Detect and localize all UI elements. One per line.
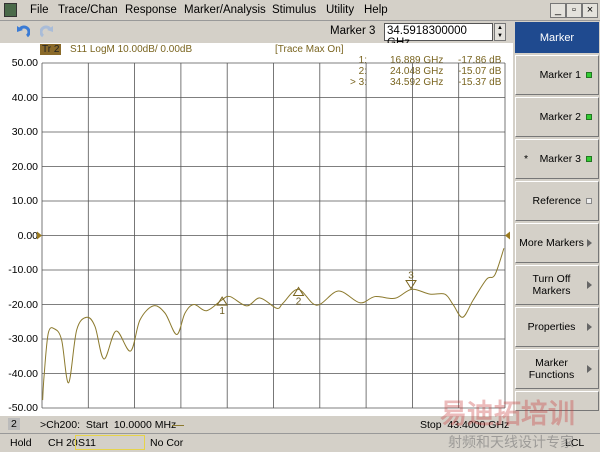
restore-button[interactable]: ▫ (566, 3, 582, 18)
softkey-label: Turn Off Markers (532, 273, 571, 297)
softkey-marker-3[interactable]: * Marker 3 (515, 139, 599, 179)
submenu-arrow-icon (587, 323, 592, 331)
softkey-label: Reference (532, 195, 581, 207)
reference-left-icon (37, 231, 42, 240)
close-button[interactable]: × (582, 3, 598, 18)
marker-label: 3 (408, 271, 414, 282)
softkey-reference[interactable]: Reference (515, 181, 599, 221)
status-parameter: S11 (75, 435, 145, 450)
softkey-label: Properties (527, 321, 576, 333)
submenu-arrow-icon (587, 281, 592, 289)
chart-svg: 1 2 3 (37, 62, 510, 409)
minimize-button[interactable]: _ (550, 3, 566, 18)
indicator-icon (586, 156, 592, 162)
active-marker-asterisk: * (524, 153, 529, 165)
channel-footer: 2 >Ch200: Start 10.0000 MHz Stop 43.4000… (0, 416, 513, 433)
watermark-subtitle: 射频和天线设计专家 (448, 434, 574, 450)
marker-label: 2 (296, 296, 302, 307)
trace-color-legend (172, 425, 184, 426)
softkey-panel: Marker Marker 1 Marker 2 * Marker 3 Referenc… (513, 21, 600, 433)
softkey-label: Marker Functions (528, 357, 575, 381)
softkey-marker-2[interactable]: Marker 2 (515, 97, 599, 137)
softkey-title: Marker (515, 22, 599, 53)
softkey-marker-1[interactable]: Marker 1 (515, 55, 599, 95)
submenu-arrow-icon (587, 239, 592, 247)
indicator-icon (586, 72, 592, 78)
softkey-properties[interactable]: Properties (515, 307, 599, 347)
reference-right-icon (505, 231, 510, 240)
status-correction: No Cor (150, 437, 184, 449)
channel-number: 2 (8, 418, 20, 430)
softkey-label: Marker 2 (539, 111, 581, 123)
indicator-icon (586, 114, 592, 120)
indicator-icon (586, 198, 592, 204)
softkey-turn-off-markers[interactable]: Turn Off Markers (515, 265, 599, 305)
marker-1-icon[interactable] (216, 296, 229, 306)
marker-3-icon[interactable] (405, 280, 417, 290)
submenu-arrow-icon (587, 365, 592, 373)
softkey-marker-functions[interactable]: Marker Functions (515, 349, 599, 389)
watermark-logo: 易迪拓培训 (440, 399, 575, 429)
softkey-label: More Markers (519, 237, 584, 249)
status-channel: CH 20 (48, 437, 78, 449)
softkey-label: Marker 1 (539, 69, 581, 81)
status-hold: Hold (10, 437, 32, 449)
marker-label: 1 (219, 306, 225, 317)
start-frequency[interactable]: >Ch200: Start 10.0000 MHz (40, 419, 176, 431)
softkey-more-markers[interactable]: More Markers (515, 223, 599, 263)
